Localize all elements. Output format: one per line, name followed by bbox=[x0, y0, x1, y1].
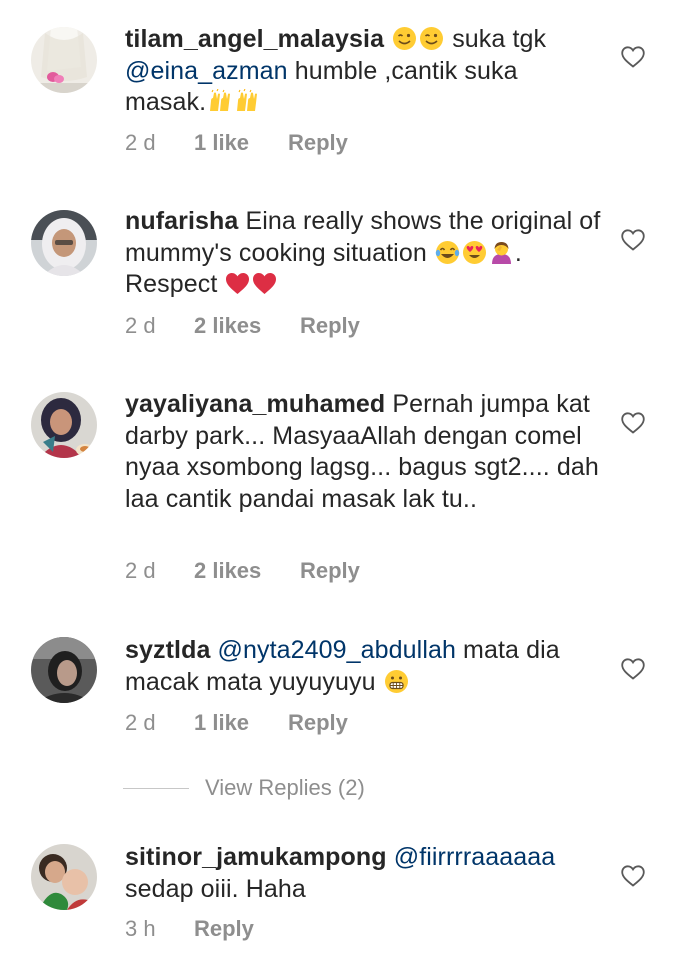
avatar[interactable] bbox=[31, 210, 97, 276]
grimacing-face-emoji bbox=[384, 669, 409, 694]
raising-hands-emoji bbox=[207, 89, 232, 114]
winking-face-emoji bbox=[392, 26, 417, 51]
comment-timestamp: 2 d bbox=[125, 130, 156, 155]
heart-outline-icon[interactable] bbox=[621, 658, 645, 680]
heart-outline-icon[interactable] bbox=[621, 865, 645, 887]
comment-item: nufarisha Eina really shows the original… bbox=[0, 190, 687, 350]
comment-username[interactable]: nufarisha bbox=[125, 207, 238, 235]
mention-link[interactable]: @fiirrrraaaaaa bbox=[394, 843, 556, 871]
view-replies-label[interactable]: View Replies (2) bbox=[205, 773, 365, 803]
view-replies-divider bbox=[123, 788, 189, 789]
avatar[interactable] bbox=[31, 637, 97, 703]
comment-text: syztlda @nyta2409_abdullah mata dia maca… bbox=[125, 635, 605, 698]
avatar[interactable] bbox=[31, 392, 97, 458]
mention-link[interactable]: @nyta2409_abdullah bbox=[218, 636, 456, 664]
comment-body: sedap oiii. Haha bbox=[125, 874, 306, 903]
reply-button[interactable]: Reply bbox=[288, 709, 348, 737]
comment-username[interactable]: sitinor_jamukampong bbox=[125, 843, 387, 871]
avatar[interactable] bbox=[31, 844, 97, 910]
reply-button[interactable]: Reply bbox=[300, 557, 360, 585]
comment-username[interactable]: yayaliyana_muhamed bbox=[125, 390, 385, 418]
comment-timestamp: 2 d bbox=[125, 710, 156, 735]
comment-item: syztlda @nyta2409_abdullah mata dia maca… bbox=[0, 618, 687, 748]
reply-button[interactable]: Reply bbox=[288, 129, 348, 157]
comment-username[interactable]: tilam_angel_malaysia bbox=[125, 25, 384, 53]
red-heart-emoji bbox=[225, 271, 250, 296]
view-replies-toggle[interactable]: View Replies (2) bbox=[123, 773, 383, 803]
raising-hands-emoji bbox=[234, 89, 259, 114]
comment-likes-count[interactable]: 1 like bbox=[194, 129, 249, 157]
comment-text: yayaliyana_muhamed Pernah jumpa kat darb… bbox=[125, 389, 605, 515]
comment-text: sitinor_jamukampong @fiirrrraaaaaa sedap… bbox=[125, 842, 605, 905]
comment-text: nufarisha Eina really shows the original… bbox=[125, 206, 605, 301]
comment-timestamp: 2 d bbox=[125, 313, 156, 338]
comment-likes-count[interactable]: 1 like bbox=[194, 709, 249, 737]
heart-outline-icon[interactable] bbox=[621, 46, 645, 68]
comment-likes-count[interactable]: 2 likes bbox=[194, 557, 261, 585]
comment-timestamp: 2 d bbox=[125, 558, 156, 583]
tears-of-joy-emoji bbox=[435, 240, 460, 265]
mention-link[interactable]: @eina_azman bbox=[125, 57, 288, 85]
comment-item: tilam_angel_malaysia suka tgk @eina_azma… bbox=[0, 0, 687, 170]
reply-button[interactable]: Reply bbox=[194, 915, 254, 943]
comment-timestamp: 3 h bbox=[125, 916, 156, 941]
red-heart-emoji bbox=[252, 271, 277, 296]
comment-username[interactable]: syztlda bbox=[125, 636, 210, 664]
heart-outline-icon[interactable] bbox=[621, 229, 645, 251]
heart-outline-icon[interactable] bbox=[621, 412, 645, 434]
comment-text: tilam_angel_malaysia suka tgk @eina_azma… bbox=[125, 24, 605, 119]
avatar[interactable] bbox=[31, 27, 97, 93]
comment-likes-count[interactable]: 2 likes bbox=[194, 312, 261, 340]
heart-eyes-emoji bbox=[462, 240, 487, 265]
comment-body: suka tgk bbox=[452, 25, 547, 53]
woman-facepalming-emoji bbox=[489, 240, 514, 265]
winking-face-emoji bbox=[419, 26, 444, 51]
comment-item: sitinor_jamukampong @fiirrrraaaaaa sedap… bbox=[0, 826, 687, 960]
comment-item: yayaliyana_muhamed Pernah jumpa kat darb… bbox=[0, 372, 687, 592]
reply-button[interactable]: Reply bbox=[300, 312, 360, 340]
